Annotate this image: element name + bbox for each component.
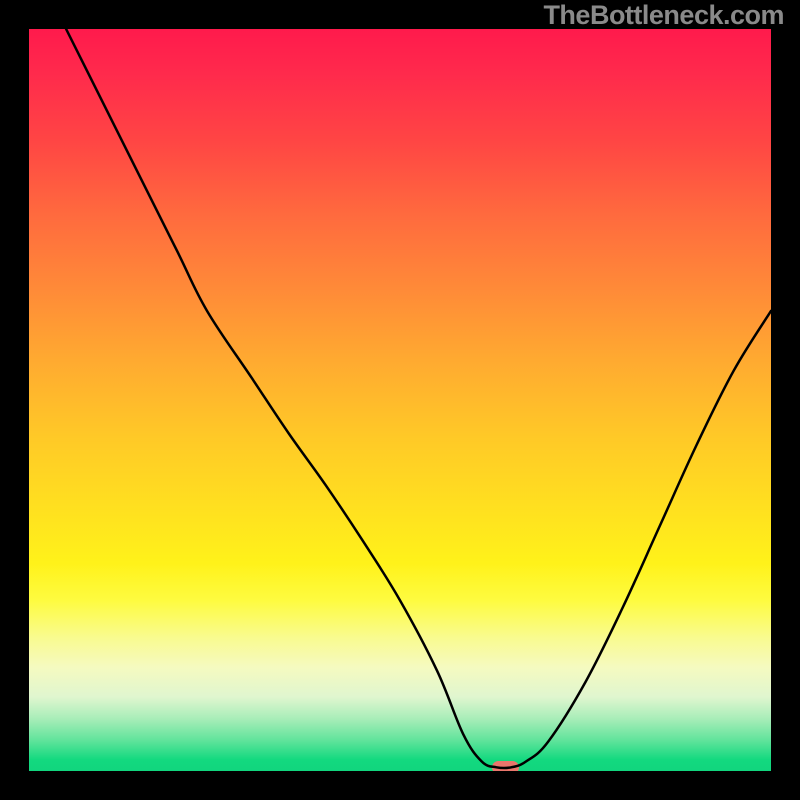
bottleneck-curve xyxy=(29,29,771,771)
watermark-text: TheBottleneck.com xyxy=(543,0,784,31)
chart-frame: TheBottleneck.com xyxy=(0,0,800,800)
plot-area xyxy=(29,29,771,771)
